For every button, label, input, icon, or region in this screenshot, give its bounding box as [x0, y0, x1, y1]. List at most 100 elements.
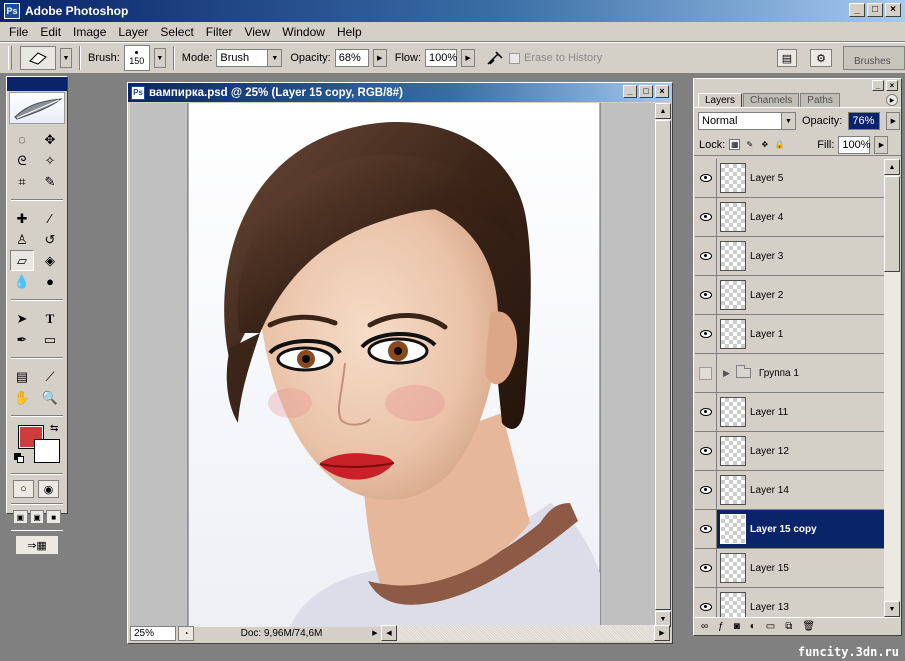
visibility-toggle[interactable] [695, 549, 717, 587]
history-brush-icon[interactable]: ↺ [38, 229, 62, 250]
palette-well[interactable]: Brushes [843, 46, 905, 70]
scroll-up-button[interactable]: ▲ [655, 103, 671, 119]
slice-icon[interactable]: ✎ [38, 171, 62, 192]
palette-menu-icon[interactable]: ▶ [886, 94, 898, 106]
tool-preset-picker[interactable] [20, 46, 56, 70]
image-in-palette-icon[interactable]: ⚙ [810, 49, 832, 67]
status-options-icon[interactable]: ◔ [178, 625, 194, 641]
lock-position-icon[interactable]: ✥ [759, 139, 770, 150]
blend-mode-select[interactable]: Normal ▼ [698, 112, 796, 130]
visibility-toggle[interactable] [695, 510, 717, 548]
eraser-icon[interactable]: ▱ [10, 250, 34, 271]
menu-view[interactable]: View [238, 25, 276, 39]
standard-screen-icon[interactable]: ▣ [13, 510, 28, 524]
opacity-field[interactable]: 68% [334, 49, 369, 67]
horizontal-scrollbar[interactable]: ◀ ▶ [381, 625, 670, 641]
layer-row[interactable]: Layer 12 [695, 432, 886, 471]
standard-mode-icon[interactable]: ○ [13, 480, 34, 498]
visibility-toggle[interactable] [695, 588, 717, 617]
magic-wand-icon[interactable]: ✧ [38, 150, 62, 171]
blur-icon[interactable]: 💧 [10, 271, 34, 292]
clone-stamp-icon[interactable]: ♙ [10, 229, 34, 250]
layer-opacity-field[interactable]: 76% [848, 112, 881, 130]
mode-select[interactable]: Brush ▼ [216, 49, 283, 67]
layer-row[interactable]: Layer 5 [695, 159, 886, 198]
lasso-icon[interactable]: ᘓ [10, 150, 34, 171]
layer-row[interactable]: Layer 4 [695, 198, 886, 237]
layer-mask-icon[interactable]: ◙ [734, 621, 740, 632]
brush-icon[interactable]: ∕ [38, 208, 62, 229]
layers-scroll-up-button[interactable]: ▲ [884, 159, 900, 175]
expand-group-icon[interactable]: ▶ [723, 368, 730, 379]
brush-preview[interactable]: 150 [123, 45, 150, 71]
pen-icon[interactable]: ✒ [10, 329, 34, 350]
menu-filter[interactable]: Filter [200, 25, 239, 39]
visibility-toggle[interactable] [695, 276, 717, 314]
default-colors-icon[interactable] [14, 453, 24, 463]
visibility-toggle[interactable] [695, 471, 717, 509]
tab-channels[interactable]: Channels [743, 93, 800, 107]
menu-help[interactable]: Help [331, 25, 368, 39]
document-title-bar[interactable]: Ps вампирка.psd @ 25% (Layer 15 copy, RG… [128, 83, 672, 102]
crop-icon[interactable]: ⌗ [10, 171, 34, 192]
status-menu-arrow-icon[interactable]: ▶ [369, 626, 381, 640]
full-screen-icon[interactable]: ■ [46, 510, 62, 524]
palette-minimize-button[interactable]: _ [872, 80, 884, 91]
flow-slider-button[interactable]: ▶ [461, 49, 476, 67]
flow-field[interactable]: 100% [425, 49, 457, 67]
eyedropper-icon[interactable]: ⟋ [38, 366, 62, 387]
menu-layer[interactable]: Layer [112, 25, 154, 39]
zoom-icon[interactable]: 🔍 [38, 387, 62, 408]
visibility-toggle[interactable] [695, 198, 717, 236]
layer-row-selected[interactable]: Layer 15 copy [695, 510, 886, 549]
erase-to-history-checkbox[interactable] [509, 52, 521, 64]
doc-close-button[interactable]: × [655, 85, 669, 98]
quick-mask-icon[interactable]: ◉ [38, 480, 59, 498]
file-browser-icon[interactable]: ▤ [777, 49, 797, 67]
zoom-field[interactable]: 25% [130, 625, 176, 641]
airbrush-icon[interactable] [485, 48, 505, 68]
layer-row[interactable]: Layer 11 [695, 393, 886, 432]
visibility-toggle[interactable] [695, 354, 717, 392]
doc-maximize-button[interactable]: □ [639, 85, 653, 98]
menu-window[interactable]: Window [276, 25, 331, 39]
layer-style-icon[interactable]: ƒ [718, 621, 724, 632]
rectangle-icon[interactable]: ▭ [38, 329, 62, 350]
layer-row[interactable]: Layer 3 [695, 237, 886, 276]
fill-slider-button[interactable]: ▶ [874, 135, 889, 154]
layer-row[interactable]: Layer 14 [695, 471, 886, 510]
marquee-icon[interactable]: ◌ [10, 129, 34, 150]
visibility-toggle[interactable] [695, 393, 717, 431]
lock-all-icon[interactable]: 🔒 [774, 139, 785, 150]
vertical-scrollbar[interactable]: ▲ ▼ [654, 103, 671, 627]
dodge-icon[interactable]: ● [38, 271, 62, 292]
layer-row[interactable]: Layer 13 [695, 588, 886, 617]
move-icon[interactable]: ✥ [38, 129, 62, 150]
layer-group-row[interactable]: ▶ Группа 1 [695, 354, 886, 393]
lock-transparency-icon[interactable]: ▦ [729, 139, 741, 150]
menu-edit[interactable]: Edit [34, 25, 67, 39]
swap-colors-icon[interactable]: ⇆ [50, 423, 58, 434]
visibility-toggle[interactable] [695, 159, 717, 197]
new-layer-icon[interactable]: ⧉ [785, 621, 792, 632]
link-layers-icon[interactable]: ∞ [701, 621, 708, 632]
palette-title-bar[interactable]: _ × [694, 79, 901, 92]
scroll-left-button[interactable]: ◀ [381, 625, 397, 641]
options-grip[interactable] [8, 46, 12, 70]
type-icon[interactable]: T [38, 308, 62, 329]
adobe-feather-logo[interactable] [9, 92, 65, 124]
visibility-toggle[interactable] [695, 315, 717, 353]
layer-row[interactable]: Layer 1 [695, 315, 886, 354]
layers-scroll-thumb[interactable] [884, 176, 900, 272]
palette-close-button[interactable]: × [886, 80, 898, 91]
maximize-button[interactable]: □ [867, 3, 883, 17]
tab-paths[interactable]: Paths [800, 93, 840, 107]
notes-icon[interactable]: ▤ [10, 366, 34, 387]
lock-pixels-icon[interactable]: ✎ [744, 139, 755, 150]
toolbox-header[interactable] [7, 77, 67, 91]
layer-opacity-slider-button[interactable]: ▶ [886, 112, 901, 130]
scroll-right-button[interactable]: ▶ [654, 625, 670, 641]
layer-row[interactable]: Layer 2 [695, 276, 886, 315]
jump-to-imageready-icon[interactable]: ⇒▦ [15, 535, 59, 555]
opacity-slider-button[interactable]: ▶ [372, 49, 387, 67]
